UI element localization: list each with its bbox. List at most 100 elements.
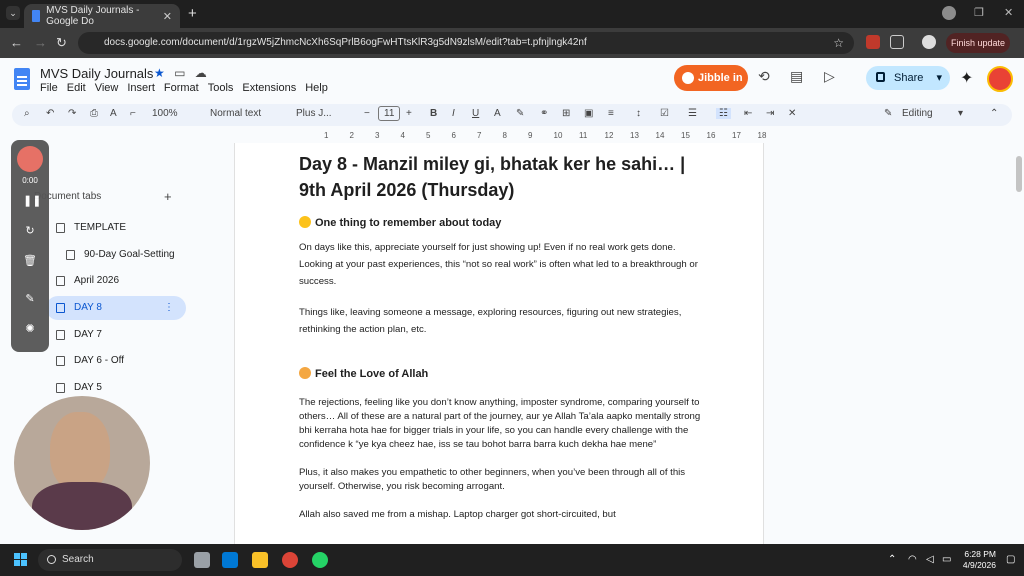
docs-logo-icon[interactable] [14,68,30,90]
add-tab-icon[interactable]: + [164,189,172,204]
bulleted-list-icon[interactable]: ☰ [688,108,697,119]
back-icon[interactable]: ← [10,35,23,50]
restart-icon[interactable]: ↻ [23,224,37,238]
bold-icon[interactable]: B [430,108,437,119]
collapse-toolbar-icon[interactable]: ⌃ [990,108,998,119]
forward-icon[interactable]: → [34,35,47,50]
clear-formatting-icon[interactable]: ✕ [788,108,796,119]
browser-tab[interactable]: MVS Daily Journals - Google Do ✕ [24,4,180,28]
pause-icon[interactable]: ❚❚ [23,194,41,208]
underline-icon[interactable]: U [472,108,479,119]
sidebar-item-day-8[interactable]: DAY 8 ⋮ [46,296,186,320]
profile-icon[interactable] [922,35,936,49]
menu-view[interactable]: View [95,82,119,94]
jibble-in-button[interactable]: Jibble in [674,65,748,91]
increase-indent-icon[interactable]: ⇥ [766,108,774,119]
version-history-icon[interactable]: ⟲ [758,68,770,85]
file-explorer-icon[interactable] [252,552,268,568]
notification-icon[interactable]: ▢ [1006,554,1015,565]
vertical-scrollbar[interactable] [1016,156,1022,192]
restore-icon[interactable]: ❐ [974,6,984,19]
line-spacing-icon[interactable]: ↕ [636,108,641,119]
task-view-icon[interactable] [194,552,210,568]
wifi-icon[interactable]: ◠ [908,554,917,565]
editing-mode-select[interactable]: Editing [902,108,933,119]
menu-extensions[interactable]: Extensions [242,82,296,94]
extension-icon[interactable] [866,35,880,49]
sidebar-item-goal-setting[interactable]: 90-Day Goal-Setting [56,243,196,267]
menu-help[interactable]: Help [305,82,328,94]
confetti-icon[interactable]: ✺ [23,322,37,336]
profile-avatar[interactable] [942,6,956,20]
text-color-icon[interactable]: A [494,108,501,119]
image-icon[interactable]: ▣ [584,108,593,119]
cloud-status-icon[interactable]: ☁ [195,66,207,80]
stop-recording-button[interactable] [17,146,43,172]
align-icon[interactable]: ≡ [608,108,614,119]
ruler[interactable]: 1 2 3 4 5 6 7 8 9 10 11 12 13 14 15 16 17 18 [234,129,766,143]
gemini-icon[interactable]: ✦ [960,68,973,88]
document-content[interactable]: Day 8 - Manzil miley gi, bhatak ker he s… [299,151,709,522]
style-select[interactable]: Normal text [210,108,261,119]
star-icon[interactable]: ★ [154,66,165,80]
sidebar-item-day-6[interactable]: DAY 6 - Off [46,349,186,373]
share-button[interactable]: Share ▾ [866,66,950,90]
print-icon[interactable]: ⎙ [90,108,98,119]
mode-chevron-icon[interactable]: ▾ [958,108,963,119]
decrease-indent-icon[interactable]: ⇤ [744,108,752,119]
tab-search-icon[interactable]: ⌄ [6,6,20,20]
spellcheck-icon[interactable]: A [110,108,117,119]
show-hidden-icons[interactable]: ⌃ [888,554,896,565]
font-select[interactable]: Plus J... [296,108,332,119]
redo-icon[interactable]: ↷ [68,108,76,119]
sidebar-item-day-5[interactable]: DAY 5 [46,376,186,400]
battery-icon[interactable]: ▭ [942,554,951,565]
move-folder-icon[interactable]: ▭ [174,66,185,80]
menu-tools[interactable]: Tools [208,82,234,94]
search-menus-icon[interactable]: ⌕ [24,108,30,119]
numbered-list-icon[interactable]: ☷ [716,108,731,119]
volume-icon[interactable]: ◁ [926,554,934,565]
webcam-bubble[interactable] [14,396,150,530]
meet-icon[interactable]: ▷ [824,68,835,85]
taskbar-search[interactable]: Search [38,549,182,571]
menu-file[interactable]: File [40,82,58,94]
menu-insert[interactable]: Insert [127,82,155,94]
comments-icon[interactable]: ▤ [790,68,803,85]
url-bar[interactable]: docs.google.com/document/d/1rgzW5jZhmcNc… [78,32,854,54]
zoom-select[interactable]: 100% [152,108,178,119]
highlight-icon[interactable]: ✎ [516,108,524,119]
extensions-puzzle-icon[interactable] [890,35,904,49]
undo-icon[interactable]: ↶ [46,108,54,119]
window-close-icon[interactable]: ✕ [1004,6,1013,19]
comment-icon[interactable]: ⊞ [562,108,570,119]
italic-icon[interactable]: I [452,108,455,119]
decrease-font-icon[interactable]: − [364,108,370,119]
sidebar-item-april-2026[interactable]: April 2026 [46,269,186,293]
teams-icon[interactable] [222,552,238,568]
sidebar-item-template[interactable]: TEMPLATE [46,216,186,240]
bookmark-star-icon[interactable]: ☆ [833,32,844,54]
menu-format[interactable]: Format [164,82,199,94]
checklist-icon[interactable]: ☑ [660,108,669,119]
document-title[interactable]: MVS Daily Journals [40,66,153,81]
draw-icon[interactable]: ✎ [23,292,37,306]
delete-icon[interactable]: 🗑 [23,254,37,268]
more-options-icon[interactable]: ⋮ [164,296,174,320]
menu-edit[interactable]: Edit [67,82,86,94]
close-icon[interactable]: ✕ [163,10,172,23]
windows-start-icon[interactable] [14,553,28,567]
new-tab-icon[interactable]: + [188,5,197,22]
sidebar-item-day-7[interactable]: DAY 7 [46,323,186,347]
whatsapp-icon[interactable] [312,552,328,568]
chevron-down-icon[interactable]: ▾ [936,66,942,90]
font-size-input[interactable]: 11 [378,106,401,121]
reload-icon[interactable]: ↻ [56,35,67,51]
increase-font-icon[interactable]: + [406,108,412,119]
document-page[interactable]: Day 8 - Manzil miley gi, bhatak ker he s… [234,143,764,544]
account-avatar[interactable] [987,66,1013,92]
link-icon[interactable]: ⚭ [540,108,548,119]
finish-update-button[interactable]: Finish update [946,33,1010,53]
paint-format-icon[interactable]: ⌐ [130,108,136,119]
taskbar-clock[interactable]: 6:28 PM 4/9/2026 [960,549,996,571]
